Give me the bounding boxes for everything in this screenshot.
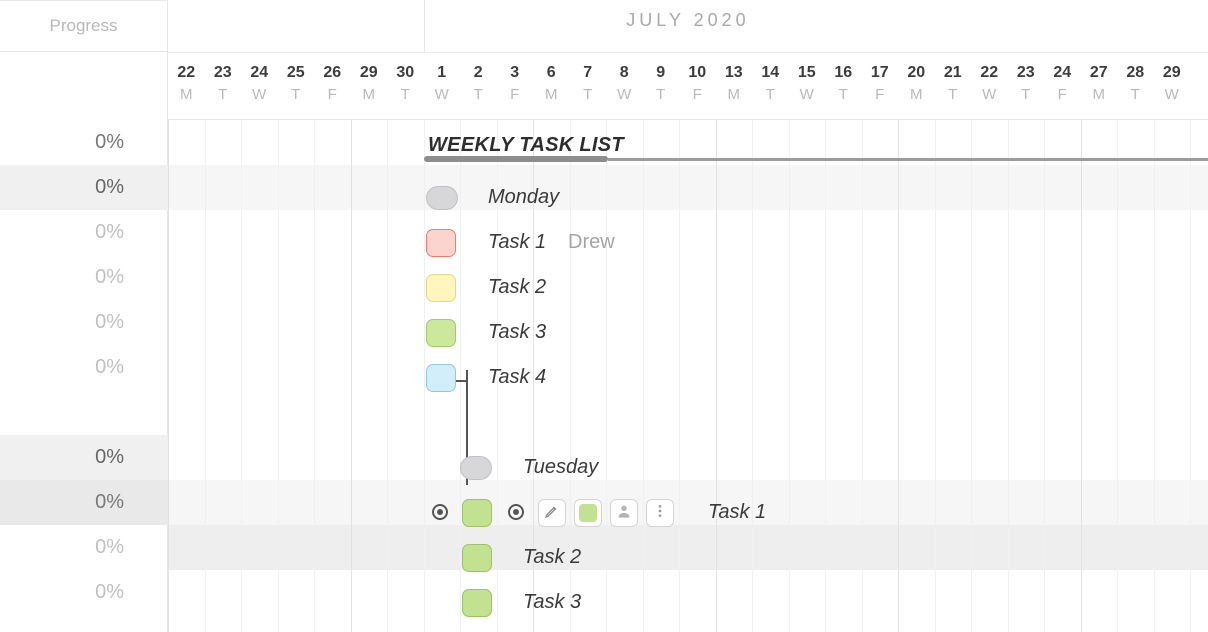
date-header-cell[interactable]: 6M [533,64,570,103]
date-header-cell[interactable]: 17F [862,64,899,103]
color-picker-button[interactable] [574,499,602,527]
dependency-connector [456,380,466,382]
date-header-cell[interactable]: 28T [1117,64,1154,103]
progress-column: Progress 0% 0% 0% 0% 0% 0% 0% 0% 0% 0% [0,0,168,632]
task-label: Task 3 [523,591,581,614]
pencil-icon [544,503,560,524]
date-header-cell[interactable]: 27M [1081,64,1118,103]
date-header-cell[interactable]: 7T [570,64,607,103]
date-header-cell[interactable]: 1W [424,64,461,103]
date-header-row: 22M23T24W25T26F29M30T1W2T3F6M7T8W9T10F13… [168,64,1208,103]
progress-value: 0% [0,480,168,525]
day-header-row[interactable]: Tuesday [168,445,1208,490]
date-header-cell[interactable]: 3F [497,64,534,103]
date-header-cell[interactable]: 15W [789,64,826,103]
progress-value: 0% [0,570,168,615]
date-header-cell[interactable]: 23T [205,64,242,103]
task-row[interactable]: Task 4 [168,355,1208,400]
task-chip[interactable] [426,364,456,392]
task-label: Task 3 [488,321,546,344]
task-label: Task 1 [488,231,546,254]
link-start-handle[interactable] [432,504,448,520]
gantt-chart-body[interactable]: WEEKLY TASK LIST Monday Task 1 Drew Task… [168,120,1208,632]
date-header-cell[interactable]: 9T [643,64,680,103]
task-chip[interactable] [426,274,456,302]
date-header-cell[interactable]: 25T [278,64,315,103]
date-header-cell[interactable]: 22M [168,64,205,103]
date-axis: JULY 2020 22M23T24W25T26F29M30T1W2T3F6M7… [168,0,1208,120]
month-divider [424,0,425,53]
date-header-cell[interactable]: 22W [971,64,1008,103]
day-chip[interactable] [460,456,492,480]
task-chip[interactable] [462,589,492,617]
assign-user-button[interactable] [610,499,638,527]
task-label: Task 2 [488,276,546,299]
task-assignee: Drew [568,231,615,254]
date-header-cell[interactable]: 23T [1008,64,1045,103]
gantt-timeline: Progress 0% 0% 0% 0% 0% 0% 0% 0% 0% 0% J… [0,0,1208,632]
date-header-cell[interactable]: 30T [387,64,424,103]
task-row-selected[interactable]: Task 1 [168,490,1208,535]
task-row[interactable]: Task 2 [168,265,1208,310]
progress-value: 0% [0,210,168,255]
date-header-cell[interactable]: 20M [898,64,935,103]
progress-value: 0% [0,525,168,570]
progress-value: 0% [0,300,168,345]
task-chip[interactable] [462,499,492,527]
task-row[interactable]: Task 1 Drew [168,220,1208,265]
date-header-cell[interactable]: 16T [825,64,862,103]
group-title: WEEKLY TASK LIST [428,134,624,157]
group-open-end-bar [608,158,1208,161]
task-chip[interactable] [426,319,456,347]
day-chip[interactable] [426,186,458,210]
date-header-cell[interactable]: 24W [241,64,278,103]
progress-header: Progress [0,0,167,52]
date-header-cell[interactable]: 29M [351,64,388,103]
task-toolbar [538,498,674,528]
task-label: Task 1 [708,501,766,524]
date-header-cell[interactable]: 8W [606,64,643,103]
progress-value: 0% [0,255,168,300]
group-range-bar[interactable] [424,156,608,162]
progress-value: 0% [0,165,168,210]
progress-value [0,390,168,435]
day-label: Monday [488,186,559,209]
progress-value: 0% [0,345,168,390]
more-options-button[interactable] [646,499,674,527]
date-header-cell[interactable]: 13M [716,64,753,103]
date-header-cell[interactable]: 2T [460,64,497,103]
task-row[interactable]: Task 2 [168,535,1208,580]
progress-value: 0% [0,120,168,165]
progress-value: 0% [0,435,168,480]
date-header-cell[interactable]: 26F [314,64,351,103]
task-label: Task 2 [523,546,581,569]
task-row[interactable]: Task 3 [168,580,1208,625]
task-row[interactable]: Task 3 [168,310,1208,355]
date-header-cell[interactable]: 24F [1044,64,1081,103]
task-chip[interactable] [426,229,456,257]
task-chip[interactable] [462,544,492,572]
month-label: JULY 2020 [168,10,1208,31]
kebab-icon [652,503,668,524]
color-swatch [579,504,597,522]
date-header-cell[interactable]: 21T [935,64,972,103]
date-header-cell[interactable]: 14T [752,64,789,103]
task-label: Task 4 [488,366,546,389]
day-header-row[interactable]: Monday [168,175,1208,220]
date-header-cell[interactable]: 10F [679,64,716,103]
link-end-handle[interactable] [508,504,524,520]
day-label: Tuesday [523,456,598,479]
user-icon [616,503,632,524]
date-header-cell[interactable]: 29W [1154,64,1191,103]
edit-task-button[interactable] [538,499,566,527]
